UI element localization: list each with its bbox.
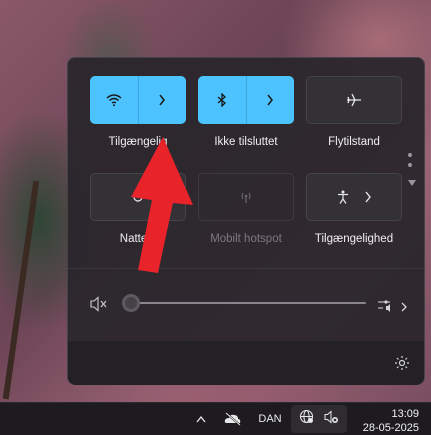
quick-settings-panel: Tilgængelig Ikke tilsluttet Flytilstand … [67, 57, 425, 385]
network-volume-tray-button[interactable] [291, 405, 347, 433]
chevron-down-icon[interactable] [408, 173, 416, 191]
airplane-mode-tile[interactable] [306, 76, 402, 124]
bluetooth-tile [198, 76, 294, 124]
input-language-indicator[interactable]: DAN [254, 403, 286, 435]
clock-date: 28-05-2025 [362, 422, 419, 434]
wifi-toggle-button[interactable] [90, 76, 138, 124]
wifi-icon [106, 93, 122, 107]
wifi-label: Tilgængelig [108, 136, 168, 148]
mobile-hotspot-label: Mobilt hotspot [210, 233, 282, 245]
speaker-muted-icon[interactable] [90, 296, 108, 317]
bluetooth-expand-button[interactable] [247, 76, 295, 124]
clock-time: 13:09 [391, 408, 419, 420]
chevron-up-icon[interactable] [192, 403, 210, 435]
chevron-right-icon [364, 191, 372, 203]
wifi-tile [90, 76, 186, 124]
accessibility-label: Tilgængelighed [314, 233, 394, 245]
bluetooth-toggle-button[interactable] [198, 76, 246, 124]
globe-icon [299, 409, 314, 429]
accessibility-icon [336, 190, 350, 204]
speaker-muted-icon [324, 409, 339, 429]
accessibility-tile[interactable] [306, 173, 402, 221]
taskbar: DAN 13:09 28-05-2025 [0, 402, 431, 435]
airplane-icon [346, 93, 362, 107]
night-light-label: Natte s [119, 233, 157, 245]
bluetooth-label: Ikke tilsluttet [214, 136, 278, 148]
page-dot[interactable] [408, 153, 412, 157]
quick-settings-footer [68, 341, 424, 385]
volume-slider-thumb[interactable] [122, 294, 140, 312]
page-dot[interactable] [408, 163, 412, 167]
wifi-expand-button[interactable] [139, 76, 187, 124]
cloud-offline-icon[interactable] [221, 403, 245, 435]
chevron-right-icon [158, 94, 166, 106]
page-indicator[interactable] [408, 153, 416, 191]
night-light-tile[interactable] [90, 173, 186, 221]
chevron-right-icon [266, 94, 274, 106]
mobile-hotspot-tile[interactable] [198, 173, 294, 221]
airplane-mode-label: Flytilstand [328, 136, 380, 148]
tree-trunk [2, 180, 40, 400]
audio-mixer-icon [377, 298, 395, 317]
bluetooth-icon [217, 93, 227, 107]
taskbar-clock[interactable]: 13:09 28-05-2025 [363, 407, 419, 435]
chevron-right-icon [401, 299, 408, 317]
audio-output-button[interactable] [377, 298, 408, 317]
hotspot-icon [238, 190, 254, 204]
night-light-icon [131, 190, 145, 204]
settings-gear-icon[interactable] [394, 355, 410, 376]
volume-slider-track[interactable] [131, 302, 366, 304]
